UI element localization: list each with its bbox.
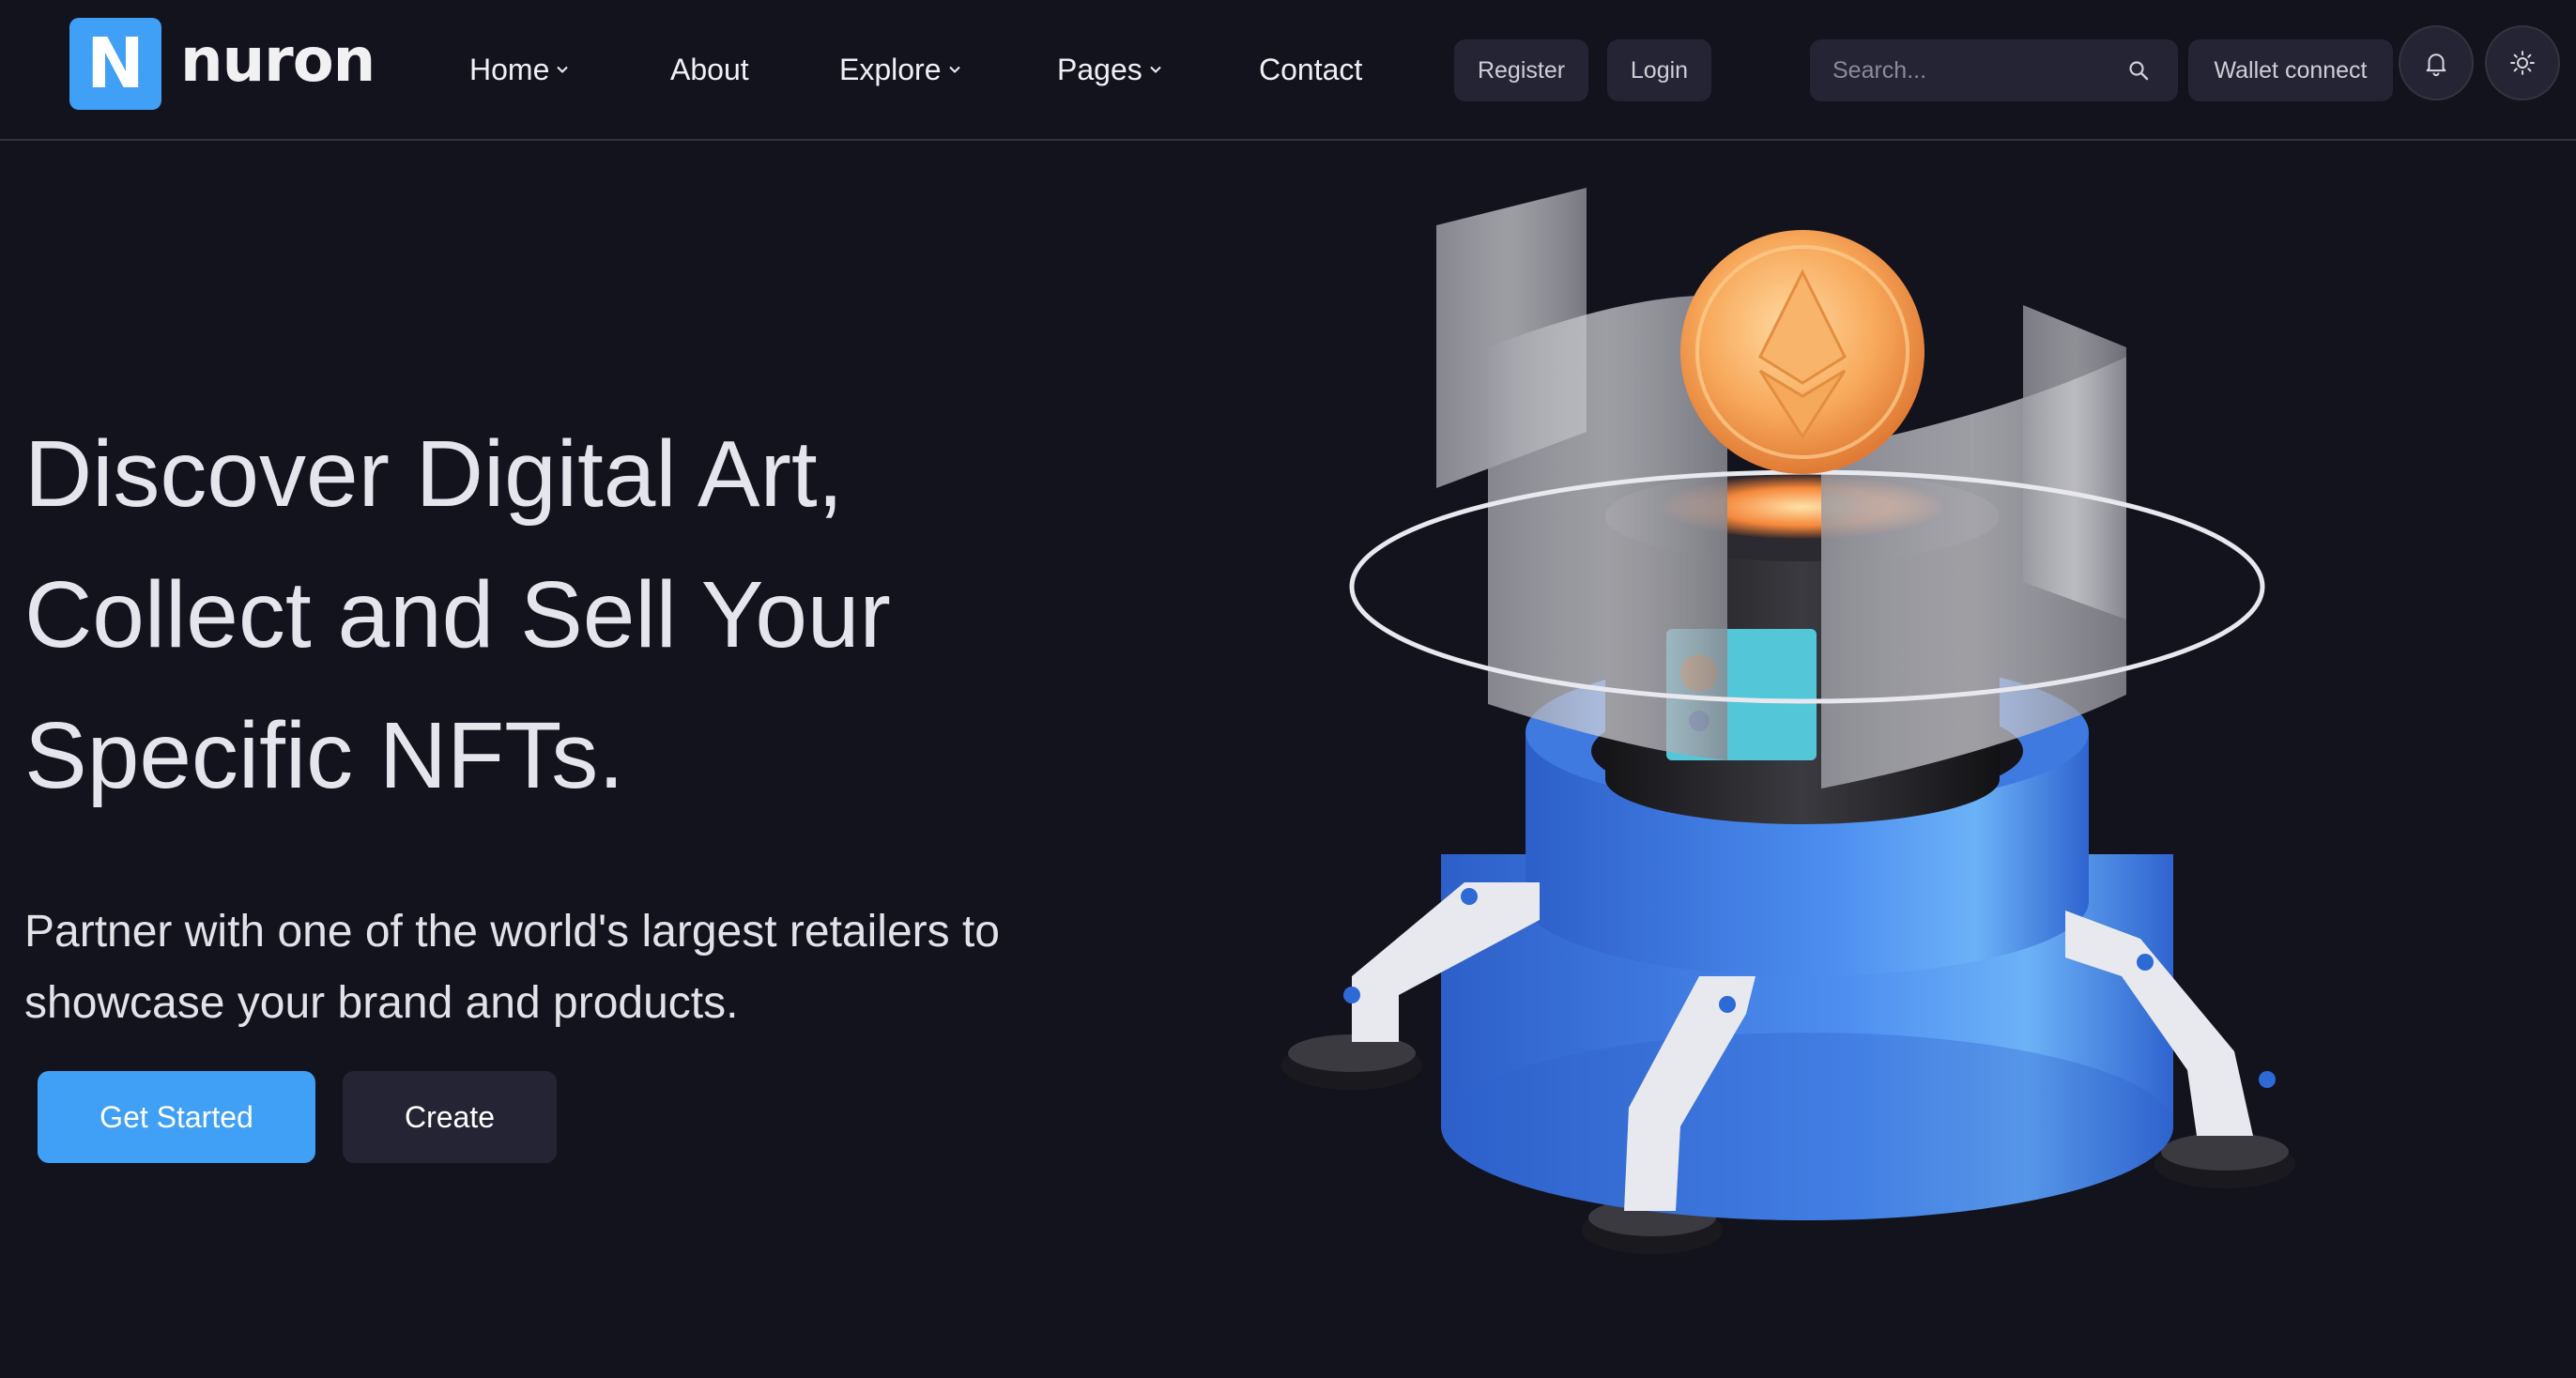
hero-illustration xyxy=(1281,188,2295,1254)
logo-mark[interactable]: N xyxy=(69,18,161,110)
hero-subtitle: Partner with one of the world's largest … xyxy=(24,907,1000,1028)
nav-item-label: Pages xyxy=(1057,53,1142,86)
nav-item-home[interactable]: Home xyxy=(469,43,570,96)
login-button[interactable]: Login xyxy=(1607,39,1711,101)
search-input[interactable] xyxy=(1810,39,2120,101)
sun-icon xyxy=(2510,51,2535,75)
chevron-down-icon xyxy=(948,66,960,73)
chevron-down-icon xyxy=(1150,66,1161,73)
nav-item-pages[interactable]: Pages xyxy=(1057,43,1163,96)
nav-item-label: Home xyxy=(469,53,550,86)
nav-item-label: Explore xyxy=(839,53,942,86)
bell-icon xyxy=(2426,54,2446,77)
nav-item-explore[interactable]: Explore xyxy=(839,43,962,96)
search-icon[interactable] xyxy=(2127,59,2150,82)
chevron-down-icon xyxy=(557,66,569,73)
nav-item-label: Contact xyxy=(1259,53,1363,86)
create-button[interactable]: Create xyxy=(343,1071,557,1163)
nav-item-about[interactable]: About xyxy=(670,43,749,96)
get-started-button[interactable]: Get Started xyxy=(38,1071,315,1163)
logo-text[interactable]: nuron xyxy=(180,19,376,103)
site-header: N nuron Home About Explore Pages Contact… xyxy=(0,0,2576,141)
search-box xyxy=(1810,39,2178,101)
nav-item-label: About xyxy=(670,53,749,86)
hero-title: Discover Digital Art, Collect and Sell Y… xyxy=(24,421,891,808)
notification-button[interactable] xyxy=(2399,25,2474,100)
register-button[interactable]: Register xyxy=(1454,39,1588,101)
wallet-connect-button[interactable]: Wallet connect xyxy=(2188,39,2393,101)
nav-item-contact[interactable]: Contact xyxy=(1259,43,1362,96)
theme-toggle-button[interactable] xyxy=(2485,25,2560,100)
ethereum-coin xyxy=(1680,230,1924,474)
